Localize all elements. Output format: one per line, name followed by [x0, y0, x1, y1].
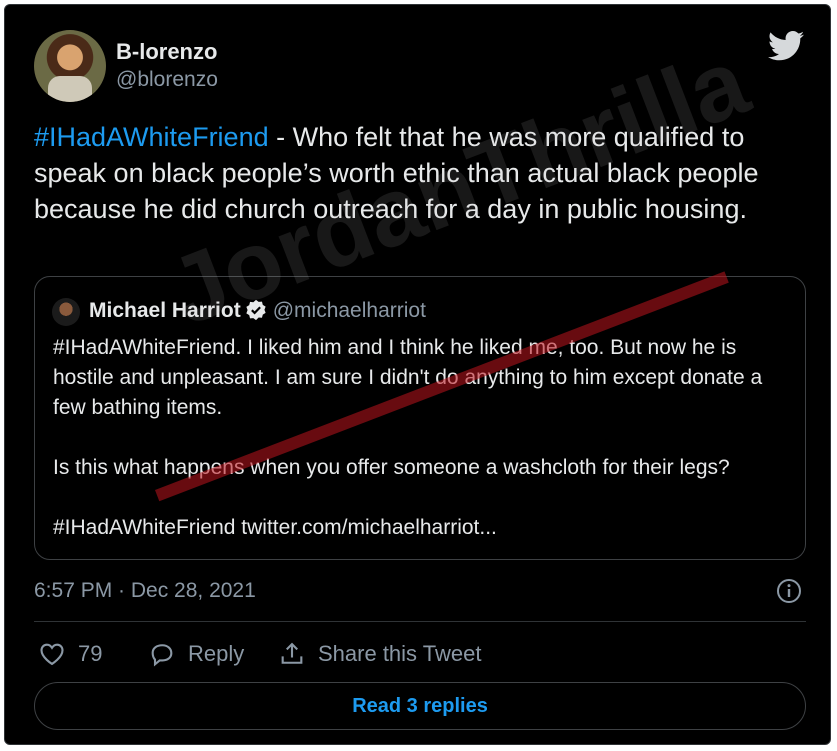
reply-button[interactable]: Reply [148, 637, 244, 671]
heart-icon [40, 643, 64, 666]
reply-label: Reply [188, 641, 245, 666]
speech-bubble-icon [151, 644, 173, 667]
share-button[interactable]: Share this Tweet [278, 637, 481, 671]
quoted-tweet[interactable]: Michael Harriot @michaelharriot #IHadAWhi… [34, 276, 806, 560]
quoted-text: #IHadAWhiteFriend. I liked him and I thi… [53, 336, 763, 539]
verified-badge-icon [246, 299, 266, 321]
user-handle[interactable]: @blorenzo [116, 68, 218, 92]
divider [34, 621, 806, 622]
like-button[interactable]: 79 [38, 637, 102, 671]
twitter-bird-icon[interactable] [768, 31, 804, 61]
tweet-timestamp[interactable]: 6:57 PM · Dec 28, 2021 [34, 579, 256, 603]
share-label: Share this Tweet [318, 641, 482, 666]
quoted-name[interactable]: Michael Harriot [89, 299, 241, 322]
info-icon[interactable] [776, 578, 802, 604]
read-replies-button[interactable]: Read 3 replies [34, 682, 806, 730]
hashtag-link[interactable]: #IHadAWhiteFriend [34, 122, 269, 152]
user-avatar[interactable] [34, 30, 106, 102]
share-icon [281, 642, 303, 664]
display-name[interactable]: B-lorenzo [116, 39, 217, 65]
quoted-header: Michael Harriot @michaelharriot [89, 299, 426, 323]
like-count: 79 [78, 641, 103, 666]
quoted-handle[interactable]: @michaelharriot [273, 299, 426, 322]
tweet-card: B-lorenzo @blorenzo #IHadAWhiteFriend - … [4, 4, 831, 745]
tweet-text: #IHadAWhiteFriend - Who felt that he was… [34, 119, 814, 227]
quoted-avatar[interactable] [52, 298, 80, 326]
